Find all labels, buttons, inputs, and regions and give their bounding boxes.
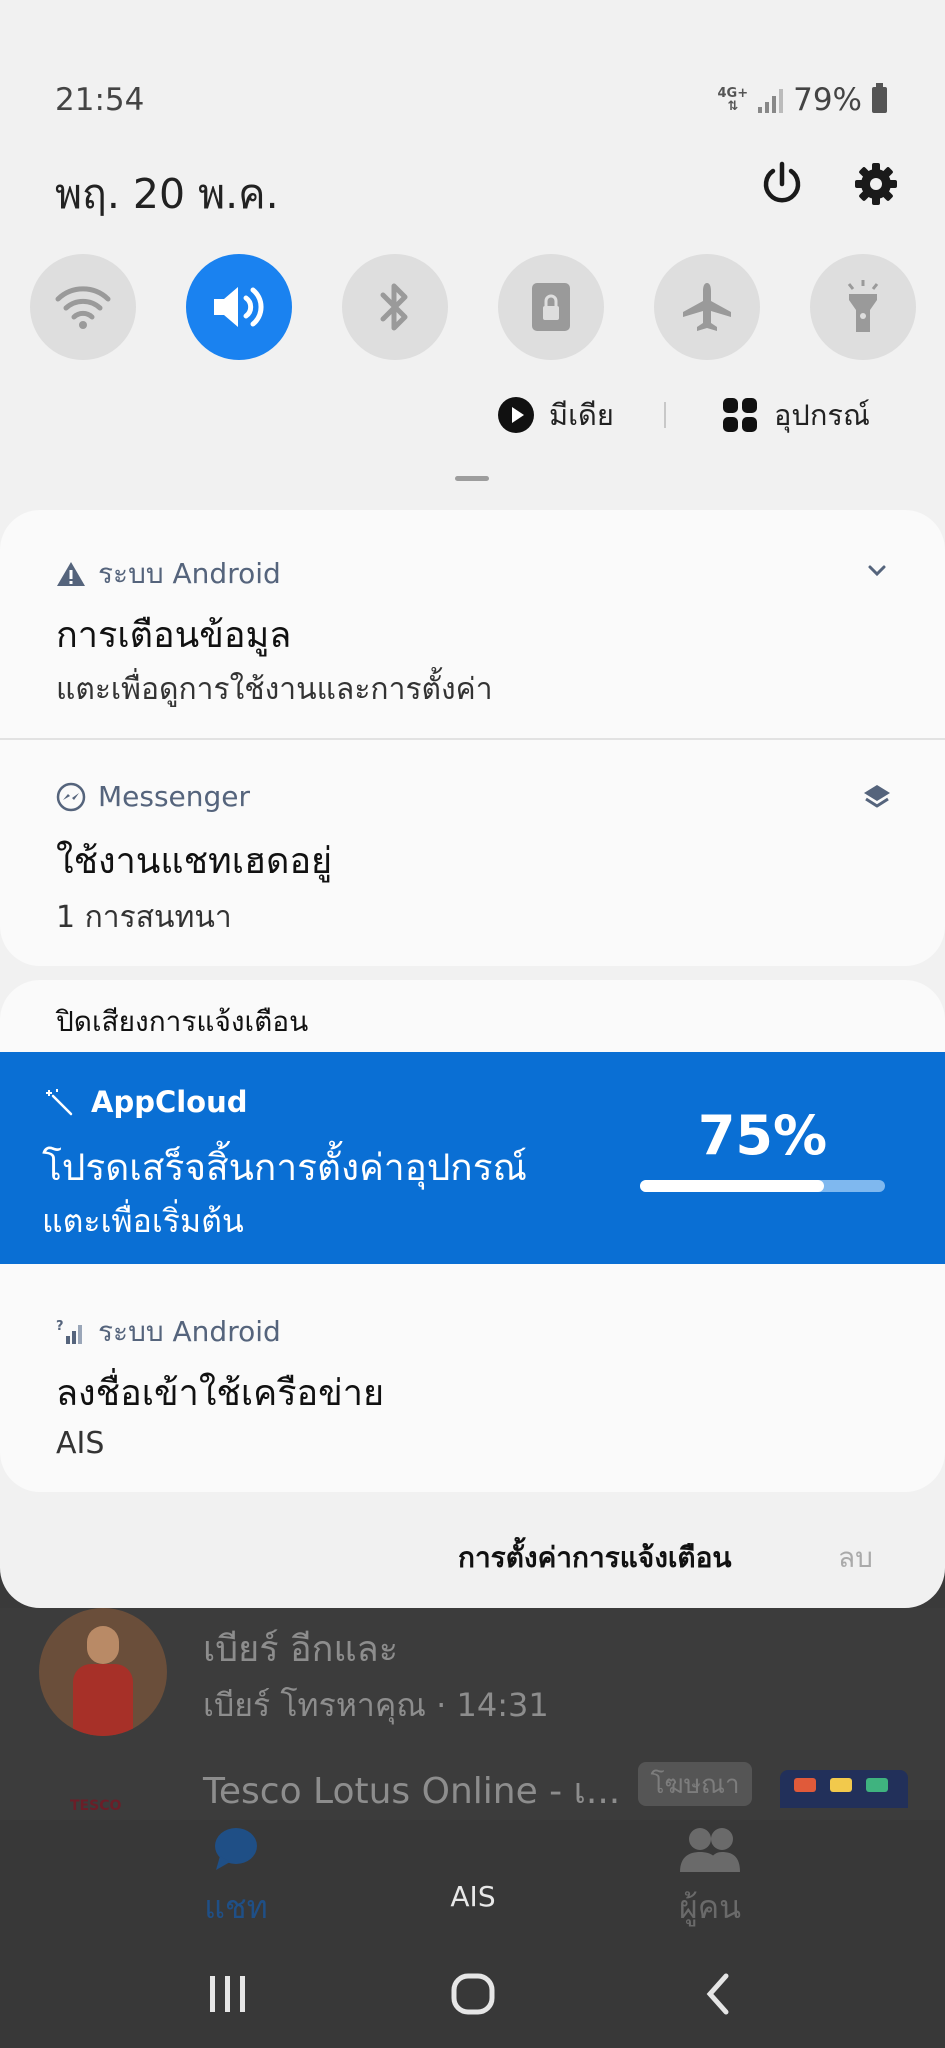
notification-data-warning[interactable]: ระบบ Android การเตือนข้อมูล แตะเพื่อดูกา… <box>0 510 945 738</box>
sound-icon <box>214 287 264 327</box>
progress-percent: 75% <box>697 1104 828 1167</box>
devices-grid-icon <box>723 398 757 432</box>
bluetooth-toggle[interactable] <box>342 254 448 360</box>
devices-label: อุปกรณ์ <box>774 398 870 432</box>
notification-app-name: Messenger <box>98 780 251 813</box>
ad-thumbnail[interactable] <box>780 1770 908 1808</box>
system-nav-bar <box>0 1940 945 2048</box>
nav-chats[interactable]: แชท <box>196 1826 276 1933</box>
avatar-shirt <box>73 1664 133 1736</box>
signal-question-icon: ? <box>56 1319 82 1344</box>
battery-icon <box>872 83 887 113</box>
wifi-toggle[interactable] <box>30 254 136 360</box>
notification-header: AppCloud <box>45 1085 248 1119</box>
notification-network-signin[interactable]: ? ระบบ Android ลงชื่อเข้าใช้เครือข่าย AI… <box>0 1264 945 1492</box>
power-icon[interactable] <box>758 160 806 208</box>
carrier-label: AIS <box>450 1880 496 1913</box>
ad-title[interactable]: Tesco Lotus Online - เ... <box>203 1762 620 1819</box>
chevron-down-icon[interactable] <box>864 558 890 584</box>
notification-text: แตะเพื่อดูการใช้งานและการตั้งค่า <box>56 672 493 707</box>
notification-settings-button[interactable]: การตั้งค่าการแจ้งเตือน <box>458 1536 732 1580</box>
progress-bar-fill <box>640 1180 824 1192</box>
people-icon <box>680 1828 740 1872</box>
notification-footer: การตั้งค่าการแจ้งเตือน ลบ <box>0 1536 945 1576</box>
airplane-icon <box>683 283 731 331</box>
bottom-nav: แชท AIS ผู้คน <box>0 1820 945 1940</box>
notification-app-name: ระบบ Android <box>98 557 281 590</box>
sound-toggle[interactable] <box>186 254 292 360</box>
layers-icon[interactable] <box>861 782 893 814</box>
screen-lock-toggle[interactable] <box>498 254 604 360</box>
quick-settings-row <box>30 254 916 360</box>
notification-title: การเตือนข้อมูล <box>56 615 292 656</box>
battery-percent: 79% <box>793 82 862 118</box>
svg-text:?: ? <box>56 1319 64 1334</box>
network-type-icon: 4G+ ⇅ <box>717 87 748 113</box>
notification-title: ใช้งานแชทเฮดอยู่ <box>56 841 333 882</box>
back-icon[interactable] <box>700 1970 736 2018</box>
play-icon <box>498 397 534 433</box>
airplane-toggle[interactable] <box>654 254 760 360</box>
chat-name[interactable]: เบียร์ อีกและ <box>203 1620 398 1677</box>
notification-title: ลงชื่อเข้าใช้เครือข่าย <box>56 1373 385 1414</box>
notification-title: โปรดเสร็จสิ้นการตั้งค่าอุปกรณ์ <box>42 1146 527 1189</box>
flashlight-icon <box>847 280 879 332</box>
silent-section-title: ปิดเสียงการแจ้งเตือน <box>56 1005 309 1038</box>
chat-bubble-icon <box>215 1828 257 1870</box>
notification-messenger[interactable]: Messenger ใช้งานแชทเฮดอยู่ 1 การสนทนา <box>0 740 945 966</box>
notification-header: ? ระบบ Android <box>56 1310 281 1354</box>
nav-people-label: ผู้คน <box>678 1888 742 1926</box>
notification-header: ระบบ Android <box>56 552 281 596</box>
clear-button[interactable]: ลบ <box>838 1536 873 1580</box>
screen-lock-icon <box>532 283 570 331</box>
progress-bar <box>640 1180 885 1192</box>
media-label: มีเดีย <box>549 398 614 432</box>
notification-text: 1 การสนทนา <box>56 900 232 935</box>
avatar[interactable] <box>39 1608 167 1736</box>
notification-text: AIS <box>56 1426 105 1461</box>
magic-wand-icon <box>46 1089 73 1116</box>
status-indicators: 4G+ ⇅ 79% <box>717 82 887 118</box>
status-time: 21:54 <box>55 82 145 118</box>
tesco-logo: TESCO <box>70 1798 122 1814</box>
nav-people[interactable]: ผู้คน <box>660 1826 760 1933</box>
wifi-icon <box>55 286 111 329</box>
status-bar: 21:54 4G+ ⇅ 79% <box>0 82 945 122</box>
messenger-icon <box>56 782 86 811</box>
gear-icon[interactable] <box>852 160 900 208</box>
bluetooth-icon <box>380 283 408 331</box>
notification-header: Messenger <box>56 780 250 813</box>
home-icon[interactable] <box>450 1970 496 2018</box>
drag-handle[interactable] <box>455 476 489 481</box>
notification-appcloud[interactable]: AppCloud โปรดเสร็จสิ้นการตั้งค่าอุปกรณ์ … <box>0 1052 945 1264</box>
notification-app-name: AppCloud <box>91 1085 248 1119</box>
chat-subtitle: เบียร์ โทรหาคุณ · 14:31 <box>203 1686 549 1724</box>
notification-app-name: ระบบ Android <box>98 1315 281 1348</box>
devices-button[interactable]: อุปกรณ์ <box>722 392 870 438</box>
avatar-head <box>87 1626 119 1664</box>
flashlight-toggle[interactable] <box>810 254 916 360</box>
media-button[interactable]: มีเดีย <box>497 392 614 438</box>
data-arrows-icon: ⇅ <box>727 99 739 114</box>
recents-icon[interactable] <box>206 1970 250 2018</box>
notification-card-group: ระบบ Android การเตือนข้อมูล แตะเพื่อดูกา… <box>0 510 945 966</box>
ad-badge: โฆษณา <box>638 1762 752 1806</box>
media-devices-row: มีเดีย อุปกรณ์ <box>0 392 945 442</box>
signal-icon <box>758 87 784 113</box>
warning-icon <box>57 562 85 586</box>
nav-chats-label: แชท <box>204 1888 268 1926</box>
media-divider <box>664 402 666 428</box>
date-label: พฤ. 20 พ.ค. <box>55 170 279 218</box>
notification-text: แตะเพื่อเริ่มต้น <box>42 1202 244 1240</box>
notification-panel: 21:54 4G+ ⇅ 79% พฤ. 20 พ.ค. มีเดีย อุปกร… <box>0 0 945 1608</box>
